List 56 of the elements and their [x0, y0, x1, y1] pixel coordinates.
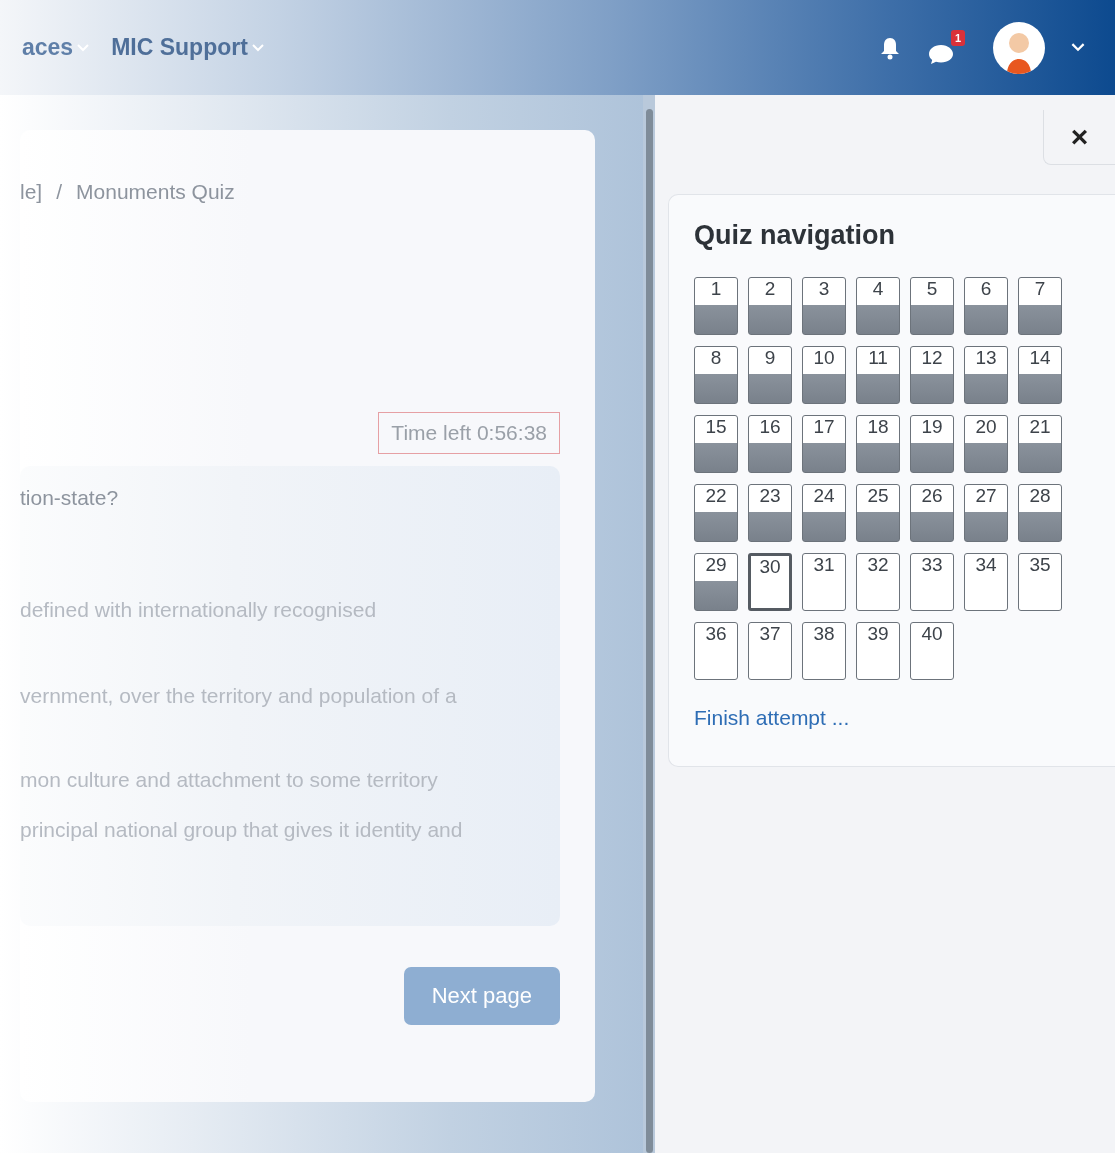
- question-button[interactable]: 32: [856, 553, 900, 611]
- question-button[interactable]: 9: [748, 346, 792, 404]
- notification-badge: 1: [950, 29, 965, 46]
- question-button[interactable]: 30: [748, 553, 792, 611]
- question-button[interactable]: 16: [748, 415, 792, 473]
- question-button[interactable]: 4: [856, 277, 900, 335]
- question-button[interactable]: 14: [1018, 346, 1062, 404]
- question-button[interactable]: 19: [910, 415, 954, 473]
- question-button[interactable]: 15: [694, 415, 738, 473]
- question-button[interactable]: 17: [802, 415, 846, 473]
- question-button[interactable]: 6: [964, 277, 1008, 335]
- chevron-down-icon: [251, 43, 264, 52]
- question-button[interactable]: 36: [694, 622, 738, 680]
- finish-attempt-link[interactable]: Finish attempt ...: [694, 706, 850, 730]
- user-avatar[interactable]: [993, 21, 1045, 74]
- nav-menu[interactable]: aces: [22, 34, 90, 61]
- question-button[interactable]: 26: [910, 484, 954, 542]
- question-button[interactable]: 7: [1018, 277, 1062, 335]
- question-button[interactable]: 31: [802, 553, 846, 611]
- nav-menu[interactable]: MIC Support: [111, 34, 264, 61]
- question-button[interactable]: 21: [1018, 415, 1062, 473]
- chevron-down-icon: [77, 43, 90, 52]
- question-button[interactable]: 40: [910, 622, 954, 680]
- question-button[interactable]: 39: [856, 622, 900, 680]
- question-button[interactable]: 18: [856, 415, 900, 473]
- question-button[interactable]: 29: [694, 553, 738, 611]
- question-button[interactable]: 27: [964, 484, 1008, 542]
- close-button[interactable]: ×: [1043, 110, 1115, 165]
- question-button[interactable]: 12: [910, 346, 954, 404]
- question-button[interactable]: 1: [694, 277, 738, 335]
- question-button[interactable]: 24: [802, 484, 846, 542]
- quiz-navigation-title: Quiz navigation: [694, 220, 896, 251]
- question-button[interactable]: 22: [694, 484, 738, 542]
- question-button[interactable]: 38: [802, 622, 846, 680]
- message-button[interactable]: 1: [927, 29, 965, 66]
- question-button[interactable]: 11: [856, 346, 900, 404]
- question-button[interactable]: 28: [1018, 484, 1062, 542]
- breadcrumb-separator: /: [56, 180, 63, 204]
- question-button[interactable]: 23: [748, 484, 792, 542]
- question-button[interactable]: 3: [802, 277, 846, 335]
- question-button[interactable]: 2: [748, 277, 792, 335]
- chevron-down-icon[interactable]: [1071, 43, 1085, 52]
- question-button[interactable]: 35: [1018, 553, 1062, 611]
- question-button[interactable]: 20: [964, 415, 1008, 473]
- question-button[interactable]: 25: [856, 484, 900, 542]
- question-button[interactable]: 13: [964, 346, 1008, 404]
- question-button[interactable]: 8: [694, 346, 738, 404]
- question-text: tion-state?: [20, 486, 120, 510]
- scrollbar[interactable]: [643, 95, 655, 1153]
- question-button[interactable]: 5: [910, 277, 954, 335]
- question-button[interactable]: 37: [748, 622, 792, 680]
- question-button[interactable]: 33: [910, 553, 954, 611]
- bell-icon[interactable]: [879, 35, 901, 60]
- question-button[interactable]: 34: [964, 553, 1008, 611]
- timer: Time left 0:56:38: [378, 412, 560, 454]
- question-button[interactable]: 10: [802, 346, 846, 404]
